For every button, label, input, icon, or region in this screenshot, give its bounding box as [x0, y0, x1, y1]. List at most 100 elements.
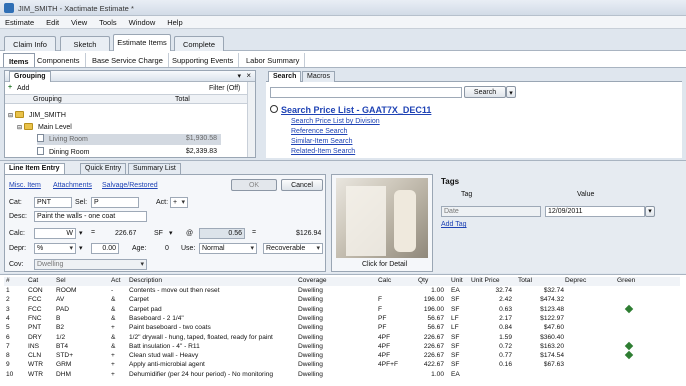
table-row[interactable]: 2 FCC AV & Carpet Dwelling F 196.00 SF 2.42 $474.3…	[4, 296, 680, 305]
subtab-base-service-charge[interactable]: Base Service Charge	[87, 53, 169, 67]
calendar-dropdown-icon[interactable]: ▾	[645, 206, 655, 217]
link-reference-search[interactable]: Reference Search	[291, 128, 347, 135]
col-header[interactable]: Sel	[56, 277, 66, 284]
add-tag-link[interactable]: Add Tag	[441, 221, 467, 228]
act-field[interactable]: +	[170, 197, 188, 208]
menu-view[interactable]: View	[66, 16, 92, 27]
sel-field[interactable]: P	[91, 197, 139, 208]
filter-button[interactable]: Filter (Off)	[209, 85, 240, 92]
tree-node-living-room[interactable]: Living Room $1,930.58	[37, 134, 221, 145]
tab-claim-info[interactable]: Claim Info	[4, 36, 56, 51]
table-row[interactable]: 1 CON ROOM - Contents - move out then reset D…	[4, 287, 680, 296]
table-cell: &	[111, 305, 116, 313]
link-salvage-restored[interactable]: Salvage/Restored	[102, 182, 158, 189]
link-attachments[interactable]: Attachments	[53, 182, 92, 189]
menu-edit[interactable]: Edit	[41, 16, 64, 27]
cancel-button[interactable]: Cancel	[281, 179, 323, 191]
link-misc-item[interactable]: Misc. Item	[9, 182, 41, 189]
depr-options-icon[interactable]: ▾	[79, 244, 83, 252]
recoverable-select[interactable]: Recoverable	[263, 243, 323, 254]
search-button[interactable]: Search	[464, 86, 506, 98]
table-row[interactable]: 4 FNC B & Baseboard - 2 1/4" Dwelling PF 56.67 L…	[4, 315, 680, 324]
calc-label: Calc:	[9, 230, 25, 237]
table-row[interactable]: 10 WTR DHM + Dehumidifier (per 24 hour perio…	[4, 371, 680, 380]
close-icon[interactable]: ×	[246, 71, 251, 80]
collapse-icon[interactable]: ⊟	[17, 125, 22, 131]
col-header[interactable]: #	[6, 277, 10, 284]
tree-node-main-level[interactable]: ⊟ Main Level	[17, 123, 72, 131]
table-cell: 4PF	[378, 342, 391, 350]
col-header[interactable]: Total	[518, 277, 532, 284]
subtab-components[interactable]: Components	[32, 53, 86, 67]
col-header[interactable]: Green	[617, 277, 635, 284]
menu-estimate[interactable]: Estimate	[0, 16, 39, 27]
add-icon[interactable]: +	[8, 84, 12, 91]
table-cell: Clean stud wall - Heavy	[129, 352, 199, 360]
unit-dropdown-icon[interactable]: ▾	[169, 229, 173, 237]
tree-node-dining-room[interactable]: Dining Room $2,339.83	[37, 147, 221, 156]
table-cell: 4PF+F	[378, 361, 398, 369]
tab-search[interactable]: Search	[268, 71, 302, 82]
age-value[interactable]: 0	[165, 245, 169, 252]
tag-date-field[interactable]: 12/09/2011	[545, 206, 645, 217]
tab-quick-entry[interactable]: Quick Entry	[80, 163, 127, 174]
calc-options-icon[interactable]: ▾	[79, 229, 83, 237]
item-photo[interactable]	[336, 178, 428, 258]
tab-line-item-entry[interactable]: Line Item Entry	[4, 163, 65, 174]
table-cell: FNC	[28, 314, 42, 322]
col-header[interactable]: Coverage	[298, 277, 327, 284]
collapse-icon[interactable]: ⊟	[8, 113, 13, 119]
qty-value[interactable]: 226.67	[115, 230, 136, 237]
subtab-items[interactable]: Items	[3, 53, 35, 67]
calc-field[interactable]: W	[34, 228, 76, 239]
col-header[interactable]: Unit	[451, 277, 463, 284]
search-dropdown-icon[interactable]: ▾	[506, 86, 516, 98]
subtab-labor-summary[interactable]: Labor Summary	[241, 53, 306, 67]
cat-field[interactable]: PNT	[34, 197, 72, 208]
photo-caption[interactable]: Click for Detail	[362, 261, 407, 268]
col-header[interactable]: Deprec	[565, 277, 586, 284]
search-input[interactable]	[270, 87, 462, 98]
link-similar-item-search[interactable]: Similar-Item Search	[291, 138, 352, 145]
link-related-item-search[interactable]: Related-Item Search	[291, 148, 355, 155]
menu-window[interactable]: Window	[124, 16, 161, 27]
menu-tools[interactable]: Tools	[94, 16, 122, 27]
grouping-scrollbar[interactable]	[247, 82, 255, 157]
pin-icon[interactable]: ▾	[237, 72, 241, 80]
tree-node-estimate[interactable]: ⊟ JIM_SMITH	[8, 111, 66, 119]
table-row[interactable]: 5 PNT B2 + Paint baseboard - two coats Dwelli…	[4, 324, 680, 333]
col-header[interactable]: Description	[129, 277, 162, 284]
table-row[interactable]: 8 CLN STD+ + Clean stud wall - Heavy Dwelling…	[4, 350, 680, 361]
depr-type-select[interactable]: %	[34, 243, 76, 254]
col-header[interactable]: Calc	[378, 277, 391, 284]
desc-field[interactable]: Paint the walls - one coat	[34, 211, 147, 222]
coverage-select[interactable]: Dwelling	[34, 259, 147, 270]
depr-amount-field[interactable]: 0.00	[91, 243, 119, 254]
tag-name-field[interactable]: Date	[441, 206, 541, 217]
table-row[interactable]: 3 FCC PAD & Carpet pad Dwelling F 196.00 SF 0.63 $…	[4, 304, 680, 315]
table-cell: Dwelling	[298, 324, 323, 332]
tab-sketch[interactable]: Sketch	[60, 36, 110, 51]
tab-estimate-items[interactable]: Estimate Items	[113, 34, 171, 51]
col-header[interactable]: Unit Price	[471, 277, 500, 284]
use-select[interactable]: Normal	[199, 243, 257, 254]
table-row[interactable]: 9 WTR GRM + Apply anti-microbial agent Dwelli…	[4, 361, 680, 370]
table-row[interactable]: 7 INS BT4 & Batt insulation - 4" - R11 Dwelli…	[4, 341, 680, 352]
menu-help[interactable]: Help	[162, 16, 187, 27]
ok-button[interactable]: OK	[231, 179, 277, 191]
col-header[interactable]: Act	[111, 277, 121, 284]
table-cell: Apply anti-microbial agent	[129, 361, 205, 369]
tab-complete[interactable]: Complete	[174, 36, 224, 51]
unit-price-field[interactable]: 0.56	[199, 228, 245, 239]
col-header[interactable]: Qty	[418, 277, 428, 284]
add-button[interactable]: Add	[17, 85, 29, 92]
tab-macros[interactable]: Macros	[302, 71, 335, 82]
tab-summary-list[interactable]: Summary List	[128, 163, 181, 174]
grouping-tab[interactable]: Grouping	[9, 71, 51, 82]
table-row[interactable]: 6 DRY 1/2 & 1/2" drywall - hung, taped, floa…	[4, 334, 680, 343]
subtab-supporting-events[interactable]: Supporting Events	[167, 53, 240, 67]
unit-value[interactable]: SF	[154, 230, 163, 237]
col-header[interactable]: Cat	[28, 277, 38, 284]
search-price-list-title[interactable]: Search Price List - GAAT7X_DEC11	[281, 105, 431, 115]
link-search-by-division[interactable]: Search Price List by Division	[291, 118, 380, 125]
